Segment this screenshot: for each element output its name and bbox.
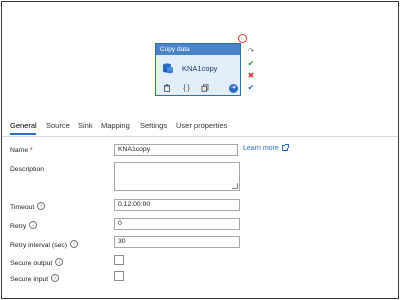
retry-label-text: Retry bbox=[10, 223, 27, 230]
activity-name: KNA1copy bbox=[182, 64, 218, 73]
completion-check-icon[interactable]: ✔ bbox=[246, 82, 256, 94]
failure-x-icon[interactable]: ✖ bbox=[246, 70, 256, 82]
tab-general[interactable]: General bbox=[10, 121, 37, 130]
secure-input-label: Secure input i bbox=[10, 274, 60, 283]
external-link-icon bbox=[281, 144, 289, 151]
learn-more-text: Learn more bbox=[243, 145, 279, 152]
go-arrow-icon[interactable]: ➜ bbox=[229, 84, 238, 93]
secure-input-checkbox[interactable] bbox=[114, 271, 124, 281]
code-braces-icon[interactable]: { } bbox=[182, 84, 191, 93]
retry-interval-label: Retry interval (sec) i bbox=[10, 240, 79, 249]
copy-icon[interactable] bbox=[200, 84, 209, 93]
description-textarea[interactable] bbox=[114, 162, 240, 191]
properties-tabs: General Source Sink Mapping Settings Use… bbox=[2, 118, 398, 137]
timeout-label-text: Timeout bbox=[10, 204, 35, 211]
tab-source[interactable]: Source bbox=[46, 121, 70, 130]
name-label: Name * bbox=[10, 147, 33, 154]
retry-interval-input[interactable]: 30 bbox=[114, 236, 240, 248]
info-icon[interactable]: i bbox=[37, 202, 46, 210]
timeout-label: Timeout i bbox=[10, 202, 46, 211]
error-circle-icon[interactable] bbox=[238, 34, 247, 43]
resize-handle-icon[interactable] bbox=[232, 183, 238, 189]
copy-data-activity[interactable]: Copy data KNA1copy { } ➜ bbox=[155, 43, 241, 96]
info-icon[interactable]: i bbox=[51, 274, 60, 282]
info-icon[interactable]: i bbox=[29, 221, 38, 229]
retry-label: Retry i bbox=[10, 221, 38, 230]
active-tab-indicator bbox=[10, 133, 36, 135]
tab-sink[interactable]: Sink bbox=[78, 121, 93, 130]
name-label-text: Name bbox=[10, 147, 29, 154]
secure-output-label-text: Secure output bbox=[10, 260, 53, 267]
tab-user-properties[interactable]: User properties bbox=[176, 121, 227, 130]
success-check-icon[interactable]: ✔ bbox=[246, 58, 256, 70]
retry-input[interactable]: 0 bbox=[114, 218, 240, 230]
delete-icon[interactable] bbox=[162, 84, 171, 93]
activity-type-label: Copy data bbox=[156, 44, 240, 55]
database-icon bbox=[163, 63, 173, 74]
timeout-input[interactable]: 0.12:00:00 bbox=[114, 199, 240, 211]
redo-icon[interactable]: ↷ bbox=[246, 46, 256, 58]
retry-interval-label-text: Retry interval (sec) bbox=[10, 242, 68, 249]
description-label: Description bbox=[10, 166, 44, 173]
pipeline-canvas[interactable]: Copy data KNA1copy { } ➜ ↷ ✔ ✖ ✔ bbox=[2, 2, 398, 112]
tab-mapping[interactable]: Mapping bbox=[101, 121, 130, 130]
app-window: Copy data KNA1copy { } ➜ ↷ ✔ ✖ ✔ General… bbox=[1, 1, 399, 299]
tab-settings[interactable]: Settings bbox=[140, 121, 167, 130]
info-icon[interactable]: i bbox=[70, 240, 79, 248]
secure-output-label: Secure output i bbox=[10, 258, 64, 267]
info-icon[interactable]: i bbox=[55, 258, 64, 266]
name-input[interactable]: KNA1copy bbox=[114, 144, 238, 156]
secure-input-label-text: Secure input bbox=[10, 276, 49, 283]
secure-output-checkbox[interactable] bbox=[114, 255, 124, 265]
required-marker: * bbox=[30, 147, 33, 154]
learn-more-link[interactable]: Learn more bbox=[243, 144, 289, 152]
